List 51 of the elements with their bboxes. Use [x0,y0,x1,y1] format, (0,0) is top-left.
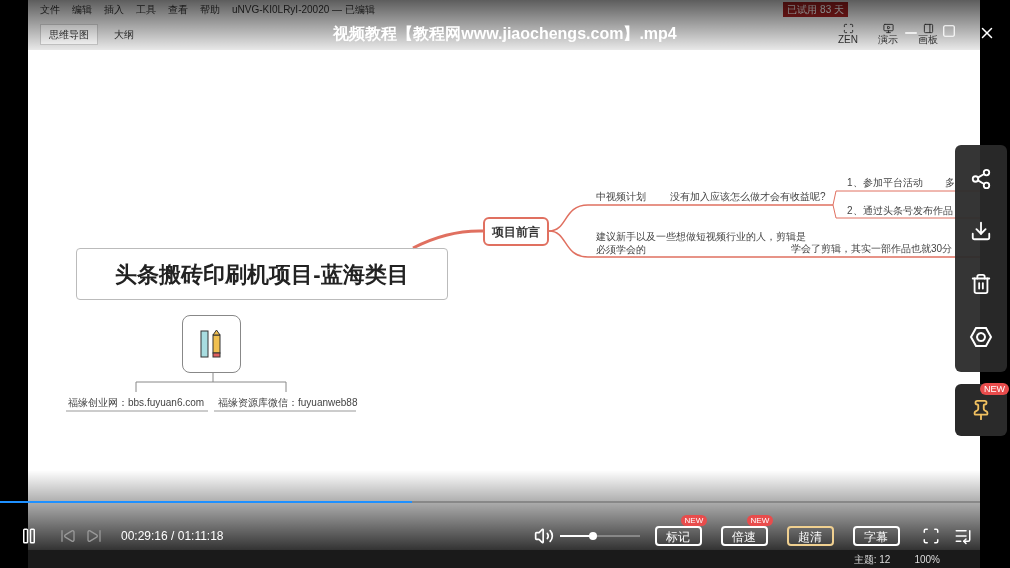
view-tab[interactable]: 大纲 [106,24,142,44]
branch-text: 必须学会的 [596,243,646,257]
branch-text: 建议新手以及一些想做短视频行业的人，剪辑是 [596,230,806,244]
toolbar-label: 画板 [918,34,938,45]
label-text: 福缘创业网：bbs.fuyuan6.com [68,396,205,410]
pin-button[interactable] [955,384,1007,436]
toolbar-icon[interactable] [882,23,894,34]
menu-item[interactable]: 工具 [136,1,156,17]
root-topic[interactable]: 头条搬砖印刷机项目-蓝海类目 [76,248,448,300]
menu-item[interactable]: 编辑 [72,1,92,17]
settings-icon[interactable] [969,324,993,349]
toolbar-icon[interactable] [842,23,854,34]
view-tab[interactable]: 思维导图 [40,23,98,45]
pause-icon[interactable] [20,527,38,545]
new-badge: NEW [746,515,774,526]
trial-badge: 已试用 83 天 [783,1,848,17]
toolbar-label: ZEN [838,34,858,45]
label-text: 福缘资源库微信：fuyuanweb88 [218,396,358,410]
toolbar-label: 演示 [878,34,898,45]
status-text: 100% [914,552,940,567]
volume-icon[interactable] [533,526,554,546]
topic-node[interactable]: 项目前言 [483,217,549,246]
fullscreen-icon[interactable] [921,527,940,545]
connector-line [412,229,483,250]
time-display: 00:29:16 / 01:11:18 [121,528,224,545]
toolbar-icon[interactable] [922,23,934,34]
document-title: uNVG-KI0LRyI-20020 — 已编辑 [232,2,375,17]
menu-item[interactable]: 查看 [168,1,188,17]
player-button[interactable]: 字幕 [852,526,900,546]
stationery-icon-node[interactable] [182,315,241,373]
previous-icon[interactable] [60,528,76,544]
playlist-icon[interactable] [953,527,972,545]
volume-thumb[interactable] [589,532,598,540]
branch-text: 多 [945,176,955,190]
player-button[interactable]: 超清 [786,526,834,546]
menu-item[interactable]: 文件 [40,1,60,17]
new-badge: NEW [980,383,1009,395]
branch-text: 中视频计划 [596,190,646,204]
share-icon[interactable] [970,168,992,191]
branch-text: 2、通过头条号发布作品 [847,204,953,218]
branch-text: 没有加入应该怎么做才会有收益呢? [670,190,826,204]
next-icon[interactable] [86,528,102,544]
menu-item[interactable]: 插入 [104,1,124,17]
download-icon[interactable] [970,220,992,243]
branch-text: 1、参加平台活动 [847,176,923,190]
new-badge: NEW [680,515,708,526]
menu-item[interactable]: 帮助 [200,1,220,17]
status-text: 主题: 12 [853,552,891,567]
video-title: 视频教程【教程网www.jiaochengs.com】.mp4 [333,24,677,44]
trash-icon[interactable] [970,272,992,295]
branch-text: 学会了剪辑，其实一部作品也就30分 [791,242,953,256]
